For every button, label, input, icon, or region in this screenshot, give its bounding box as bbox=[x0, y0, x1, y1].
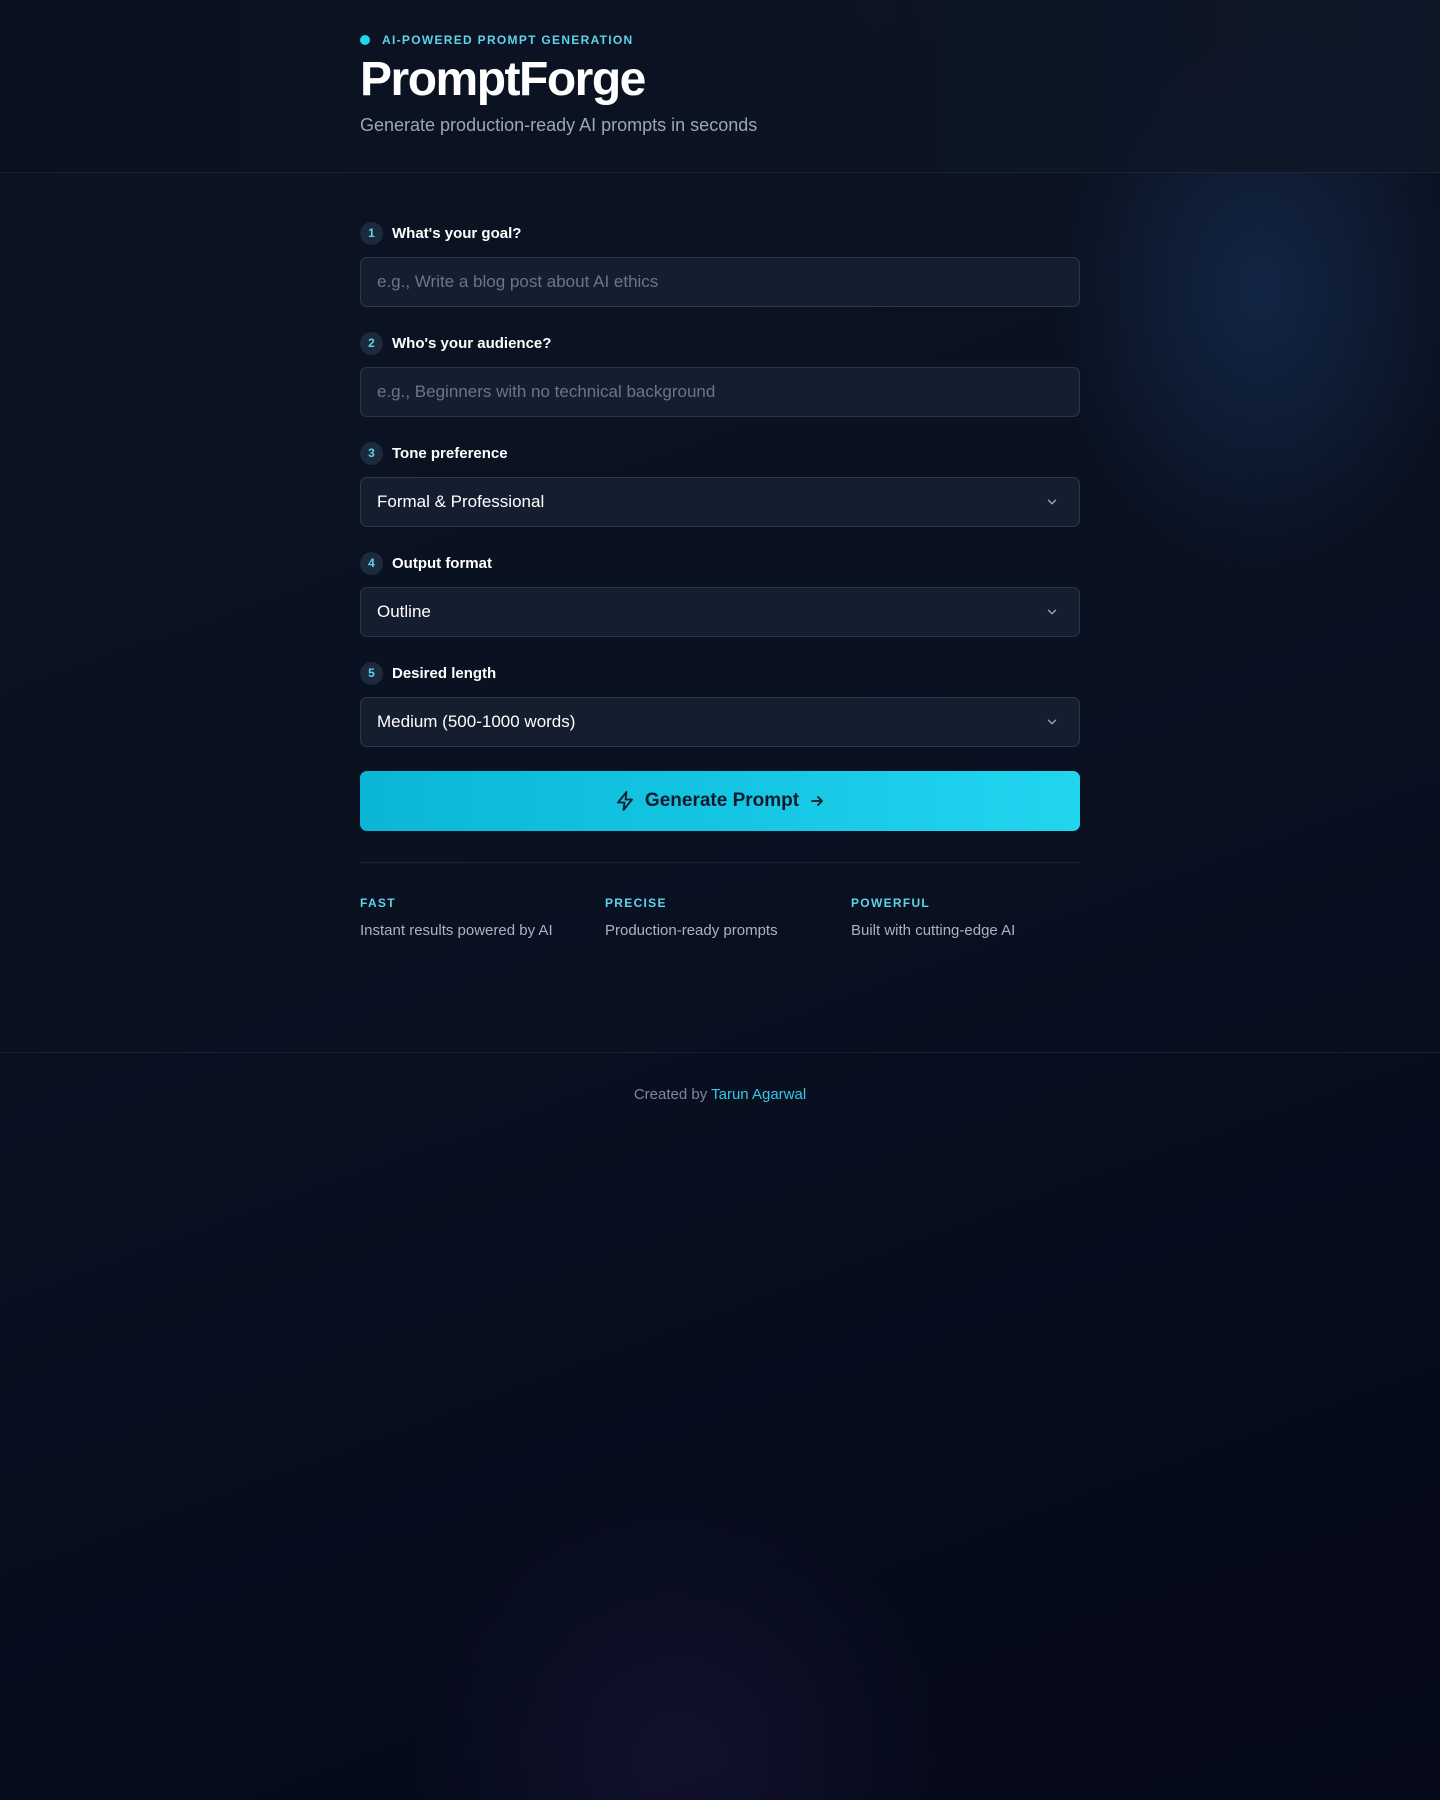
tone-select[interactable]: Formal & Professional bbox=[360, 477, 1080, 527]
tone-label-row: 3 Tone preference bbox=[360, 440, 1080, 466]
chevron-down-icon bbox=[1047, 499, 1057, 505]
audience-input-wrapper bbox=[360, 367, 1080, 417]
length-select[interactable]: Medium (500-1000 words) bbox=[360, 697, 1080, 747]
feature-fast: FAST Instant results powered by AI bbox=[360, 896, 600, 939]
audience-label: Who's your audience? bbox=[392, 334, 552, 352]
footer-prefix: Created by bbox=[633, 1086, 708, 1103]
format-select[interactable]: Outline bbox=[360, 587, 1080, 637]
feature-description: Production-ready prompts bbox=[605, 922, 778, 939]
format-label: Output format bbox=[392, 554, 492, 572]
tone-select-value: Formal & Professional bbox=[377, 492, 545, 511]
step-badge: 4 bbox=[360, 551, 383, 575]
goal-input-wrapper bbox=[360, 257, 1080, 307]
chevron-down-icon bbox=[1047, 719, 1057, 725]
footer-divider bbox=[0, 1052, 1440, 1053]
step-badge: 2 bbox=[360, 331, 383, 355]
format-field: 4 Output format Outline bbox=[360, 550, 1080, 660]
feature-precise: PRECISE Production-ready prompts bbox=[605, 896, 845, 939]
goal-label-row: 1 What's your goal? bbox=[360, 220, 1080, 246]
section-divider bbox=[360, 862, 1080, 863]
step-badge: 1 bbox=[360, 221, 383, 245]
length-label-row: 5 Desired length bbox=[360, 660, 1080, 686]
status-dot-icon bbox=[360, 35, 370, 45]
tone-field: 3 Tone preference Formal & Professional bbox=[360, 440, 1080, 550]
page-title: PromptForge bbox=[360, 53, 646, 106]
feature-title: FAST bbox=[360, 896, 396, 910]
chevron-down-icon bbox=[1047, 609, 1057, 615]
arrow-right-icon bbox=[811, 796, 823, 806]
author-link[interactable]: Tarun Agarwal bbox=[711, 1086, 806, 1103]
page-subtitle: Generate production-ready AI prompts in … bbox=[360, 115, 758, 135]
eyebrow-text: AI-POWERED PROMPT GENERATION bbox=[382, 33, 634, 47]
goal-input[interactable] bbox=[377, 272, 1063, 292]
page-footer: Created by Tarun Agarwal bbox=[0, 1086, 1440, 1103]
feature-title: POWERFUL bbox=[851, 896, 931, 910]
generate-prompt-button[interactable]: Generate Prompt bbox=[360, 771, 1080, 831]
prompt-form: 1 What's your goal? 2 Who's your audienc… bbox=[360, 220, 1080, 770]
goal-label: What's your goal? bbox=[392, 224, 522, 242]
feature-title: PRECISE bbox=[605, 896, 667, 910]
eyebrow: AI-POWERED PROMPT GENERATION bbox=[360, 33, 634, 47]
audience-input[interactable] bbox=[377, 382, 1063, 402]
step-badge: 3 bbox=[360, 441, 383, 465]
feature-description: Built with cutting-edge AI bbox=[851, 922, 1016, 939]
format-select-value: Outline bbox=[377, 602, 431, 621]
format-label-row: 4 Output format bbox=[360, 550, 1080, 576]
length-select-value: Medium (500-1000 words) bbox=[377, 712, 576, 731]
step-badge: 5 bbox=[360, 661, 383, 685]
feature-powerful: POWERFUL Built with cutting-edge AI bbox=[851, 896, 1091, 939]
length-field: 5 Desired length Medium (500-1000 words) bbox=[360, 660, 1080, 770]
audience-field: 2 Who's your audience? bbox=[360, 330, 1080, 440]
length-label: Desired length bbox=[392, 664, 497, 682]
page-header: AI-POWERED PROMPT GENERATION PromptForge… bbox=[0, 0, 1440, 173]
goal-field: 1 What's your goal? bbox=[360, 220, 1080, 330]
tone-label: Tone preference bbox=[392, 444, 508, 462]
lightning-icon bbox=[617, 791, 633, 811]
generate-prompt-label: Generate Prompt bbox=[644, 790, 800, 811]
feature-description: Instant results powered by AI bbox=[360, 922, 553, 939]
audience-label-row: 2 Who's your audience? bbox=[360, 330, 1080, 356]
